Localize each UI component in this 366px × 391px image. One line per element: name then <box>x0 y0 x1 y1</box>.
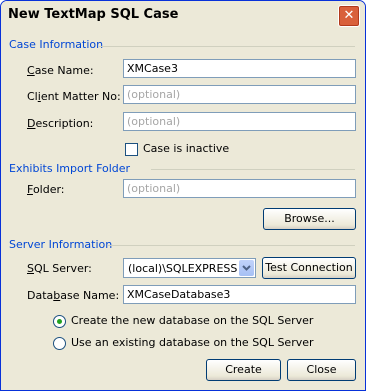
folder-label: Folder: <box>27 183 65 196</box>
dropdown-toggle[interactable] <box>239 260 254 276</box>
section-divider <box>99 46 355 47</box>
folder-input[interactable]: (optional) <box>123 179 356 198</box>
section-header-case-information: Case Information <box>9 38 104 51</box>
radio-create-label: Create the new database on the SQL Serve… <box>71 314 314 327</box>
sql-server-label: SQL Server: <box>27 262 92 275</box>
case-inactive-label: Case is inactive <box>143 142 230 155</box>
section-divider <box>108 245 355 246</box>
radio-button[interactable] <box>53 315 66 328</box>
dialog-window: New TextMap SQL Case ✕ Case Information … <box>0 0 366 391</box>
sql-server-value: (local)\SQLEXPRESS <box>128 262 238 275</box>
description-input[interactable]: (optional) <box>123 112 356 131</box>
radio-button[interactable] <box>53 337 66 350</box>
close-icon: ✕ <box>343 8 355 23</box>
close-button[interactable]: Close <box>287 359 356 381</box>
database-name-label: Database Name: <box>27 289 120 302</box>
section-divider <box>151 169 355 170</box>
client-matter-label: Client Matter No: <box>27 90 121 103</box>
create-button[interactable]: Create <box>206 359 281 381</box>
case-name-label: Case Name: <box>27 64 94 77</box>
chevron-down-icon <box>242 265 251 271</box>
title-bar[interactable]: New TextMap SQL Case ✕ <box>1 1 365 31</box>
section-header-server-information: Server Information <box>9 238 113 251</box>
browse-button[interactable]: Browse... <box>263 208 356 230</box>
test-connection-button[interactable]: Test Connection <box>262 257 356 279</box>
close-window-button[interactable]: ✕ <box>338 5 360 27</box>
section-header-exhibits: Exhibits Import Folder <box>9 162 131 175</box>
radio-selected-dot <box>57 319 62 324</box>
radio-use-existing-label: Use an existing database on the SQL Serv… <box>71 336 314 349</box>
sql-server-select[interactable]: (local)\SQLEXPRESS <box>123 258 256 278</box>
checkbox-box[interactable] <box>125 143 138 156</box>
dialog-title: New TextMap SQL Case <box>8 7 179 22</box>
database-name-input[interactable]: XMCaseDatabase3 <box>123 285 356 304</box>
case-name-input[interactable]: XMCase3 <box>123 59 356 78</box>
description-label: Description: <box>27 117 94 130</box>
dialog-body: Case Information Case Name: XMCase3 Clie… <box>1 31 365 390</box>
client-matter-input[interactable]: (optional) <box>123 85 356 104</box>
